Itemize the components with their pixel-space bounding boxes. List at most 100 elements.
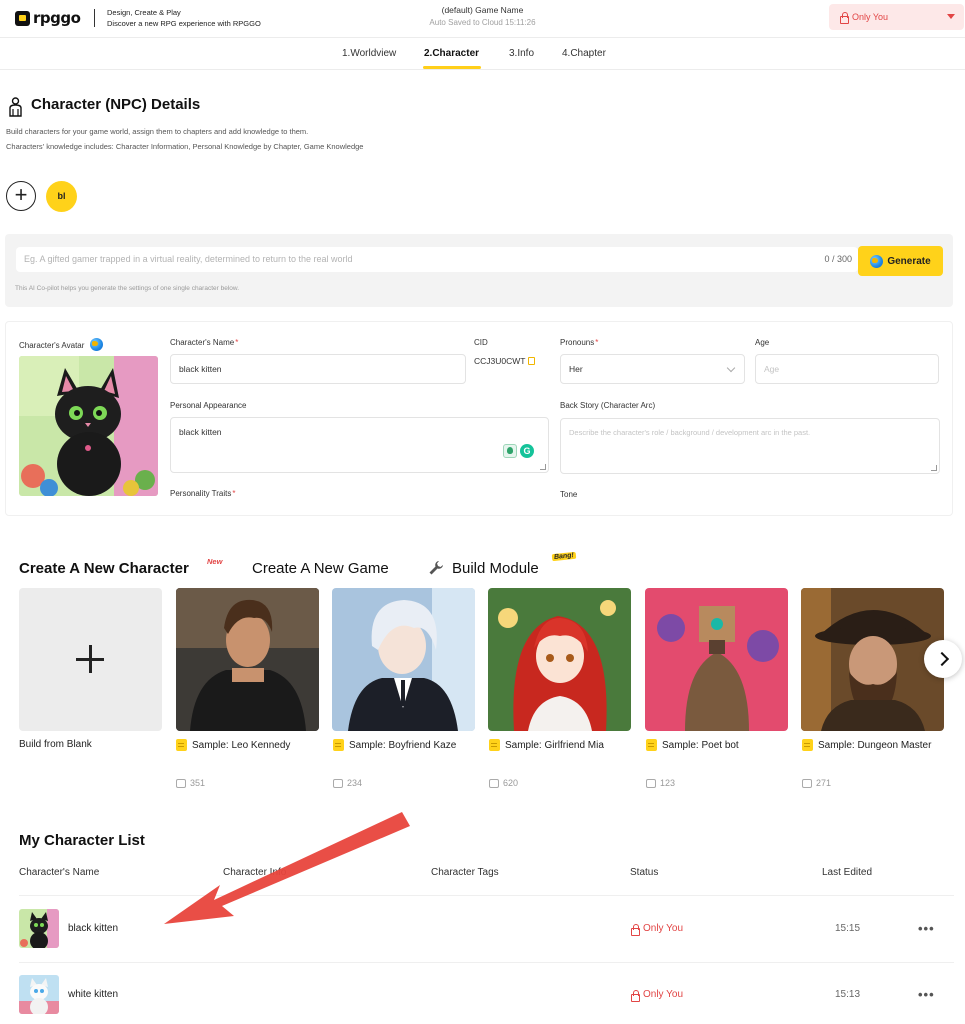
page-title: Character (NPC) Details — [31, 96, 201, 113]
row-character-name[interactable]: black kitten — [68, 923, 118, 934]
lightbulb-icon[interactable] — [503, 444, 517, 458]
step-tabs: 1.Worldview 2.Character 3.Info 4.Chapter — [0, 38, 965, 70]
tone-label: Tone — [560, 490, 578, 499]
sample-card-kaze[interactable] — [332, 588, 475, 731]
chat-count-value: 234 — [347, 778, 363, 788]
visibility-select[interactable]: Only You — [829, 4, 964, 30]
appearance-textarea[interactable]: black kitten — [170, 417, 549, 473]
age-label: Age — [755, 338, 770, 347]
row-divider — [19, 895, 954, 896]
girlfriend-mia-image — [488, 588, 631, 731]
char-counter: 0 / 300 — [824, 254, 852, 264]
resize-handle-icon[interactable] — [931, 465, 937, 471]
sample-label-text: Sample: Leo Kennedy — [192, 739, 291, 751]
add-character-button[interactable]: + — [6, 181, 36, 211]
col-header-info: Character Info — [223, 867, 287, 878]
selected-character-chip[interactable]: bl — [46, 181, 77, 212]
required-mark: * — [232, 489, 236, 498]
white-kitten-thumbnail — [19, 975, 59, 1014]
autosave-status: Auto Saved to Cloud 15:11:26 — [429, 18, 536, 27]
name-label: Character's Name* — [170, 338, 238, 347]
col-header-tags: Character Tags — [431, 867, 499, 878]
backstory-label: Back Story (Character Arc) — [560, 401, 656, 410]
character-list-title: My Character List — [19, 832, 145, 849]
lock-icon — [630, 989, 640, 1002]
tab-create-character[interactable]: Create A New Character — [19, 560, 189, 577]
generate-button[interactable]: Generate — [858, 246, 943, 276]
more-options-icon[interactable]: ••• — [918, 921, 935, 936]
grammarly-icon[interactable]: G — [520, 444, 534, 458]
pronouns-label: Pronouns* — [560, 338, 598, 347]
character-icon — [9, 97, 22, 117]
row-character-name[interactable]: white kitten — [68, 989, 118, 1000]
pronouns-select[interactable]: Her — [560, 354, 745, 384]
black-kitten-avatar-image — [19, 356, 158, 496]
chat-count-value: 271 — [816, 778, 832, 788]
chat-bubble-icon — [489, 778, 499, 788]
build-from-blank-card[interactable] — [19, 588, 162, 731]
chat-bubble-icon — [333, 778, 343, 788]
row-avatar[interactable] — [19, 909, 59, 948]
tab-worldview[interactable]: 1.Worldview — [342, 48, 396, 59]
dungeon-master-image — [801, 588, 944, 731]
character-avatar[interactable] — [19, 356, 158, 496]
sample-label: Sample: Leo Kennedy — [176, 739, 290, 751]
backstory-placeholder: Describe the character's role / backgrou… — [569, 428, 811, 437]
row-avatar[interactable] — [19, 975, 59, 1014]
character-name-input[interactable]: black kitten — [170, 354, 466, 384]
sample-label-text: Sample: Girlfriend Mia — [505, 739, 604, 751]
tab-chapter[interactable]: 4.Chapter — [562, 48, 606, 59]
sample-card-mia[interactable] — [488, 588, 631, 731]
wrench-icon — [429, 561, 443, 575]
chat-count: 351 — [176, 778, 205, 788]
resize-handle-icon[interactable] — [540, 464, 546, 470]
note-icon — [802, 739, 813, 751]
chat-count: 123 — [646, 778, 675, 788]
cid-text: CCJ3U0CWT — [474, 356, 526, 366]
sample-label-text: Sample: Boyfriend Kaze — [349, 739, 457, 751]
sample-label-text: Sample: Dungeon Master — [818, 739, 932, 751]
sample-card-dungeon-master[interactable] — [801, 588, 944, 731]
col-header-status: Status — [630, 867, 659, 878]
blank-card-label: Build from Blank — [19, 739, 92, 750]
sample-card-poet-bot[interactable] — [645, 588, 788, 731]
age-input[interactable]: Age — [755, 354, 939, 384]
globe-icon[interactable] — [89, 338, 103, 351]
note-icon — [333, 739, 344, 751]
appearance-label: Personal Appearance — [170, 401, 247, 410]
generate-label: Generate — [887, 255, 931, 267]
lock-icon — [839, 12, 849, 24]
black-kitten-thumbnail — [19, 909, 59, 948]
row-last-edited: 15:13 — [835, 989, 861, 1000]
row-status-text: Only You — [643, 923, 684, 934]
avatar-label: Character's Avatar — [19, 338, 103, 351]
copy-icon[interactable] — [528, 357, 536, 365]
tab-character[interactable]: 2.Character — [424, 48, 479, 59]
row-status: Only You — [630, 989, 683, 1002]
game-name[interactable]: (default) Game Name — [0, 5, 965, 15]
chat-count-value: 620 — [503, 778, 519, 788]
chat-count: 620 — [489, 778, 518, 788]
carousel-next-button[interactable] — [924, 640, 962, 678]
tab-build-module[interactable]: Build Module — [452, 560, 539, 577]
more-options-icon[interactable]: ••• — [918, 987, 935, 1002]
pronouns-label-text: Pronouns — [560, 338, 595, 347]
row-divider — [19, 962, 954, 963]
traits-label-text: Personality Traits — [170, 489, 232, 498]
lock-icon — [630, 923, 640, 936]
caret-down-icon — [947, 14, 955, 19]
avatar-label-text: Character's Avatar — [19, 341, 85, 350]
traits-label: Personality Traits* — [170, 489, 235, 498]
sample-card-leo[interactable] — [176, 588, 319, 731]
sample-label: Sample: Boyfriend Kaze — [333, 739, 456, 751]
copilot-hint: This AI Co-pilot helps you generate the … — [15, 285, 240, 292]
sample-label: Sample: Poet bot — [646, 739, 739, 751]
note-icon — [646, 739, 657, 751]
tab-create-game[interactable]: Create A New Game — [252, 560, 389, 577]
tab-info[interactable]: 3.Info — [509, 48, 534, 59]
backstory-textarea[interactable]: Describe the character's role / backgrou… — [560, 418, 940, 474]
col-header-name: Character's Name — [19, 867, 100, 878]
chat-bubble-icon — [176, 778, 186, 788]
cid-label: CID — [474, 338, 488, 347]
copilot-prompt-input[interactable]: Eg. A gifted gamer trapped in a virtual … — [16, 247, 858, 272]
